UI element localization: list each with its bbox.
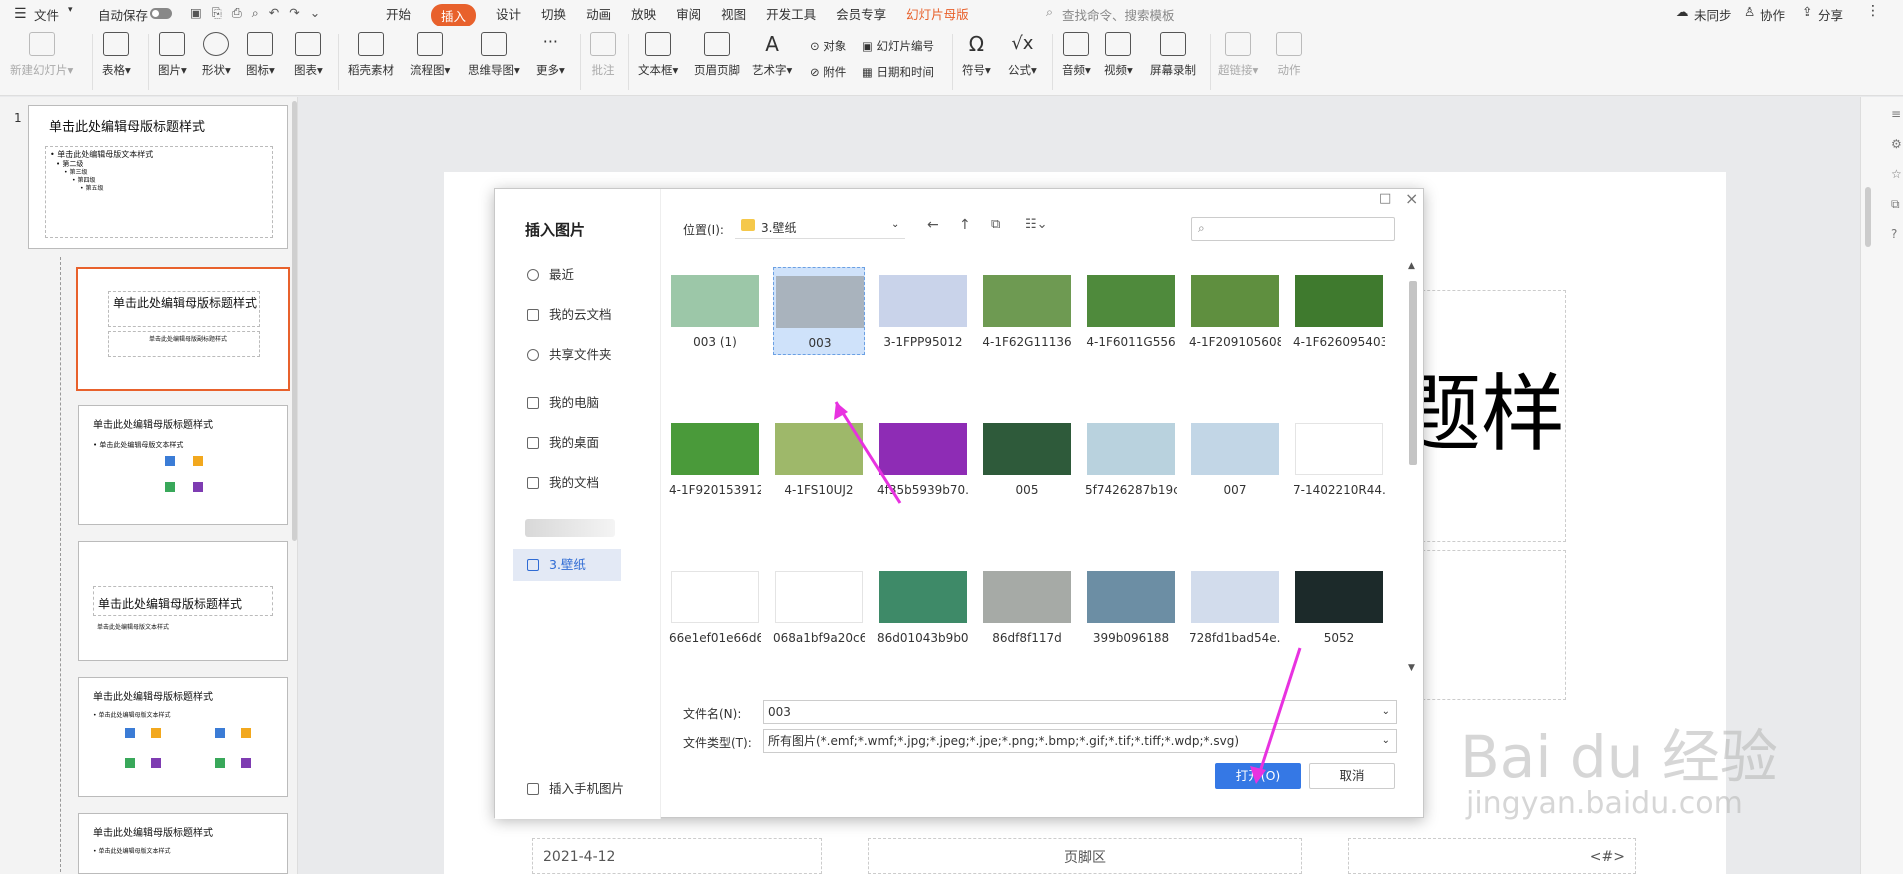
watermark-brand: Bai du 经验 [1460,723,1778,791]
arrow-to-selected-file [834,401,902,504]
watermark-url: jingyan.baidu.com [1466,786,1743,821]
arrow-to-open-button [1256,647,1302,779]
watermark: Bai du 经验 jingyan.baidu.com [1460,668,1800,874]
arrowhead-icon [1250,766,1266,784]
